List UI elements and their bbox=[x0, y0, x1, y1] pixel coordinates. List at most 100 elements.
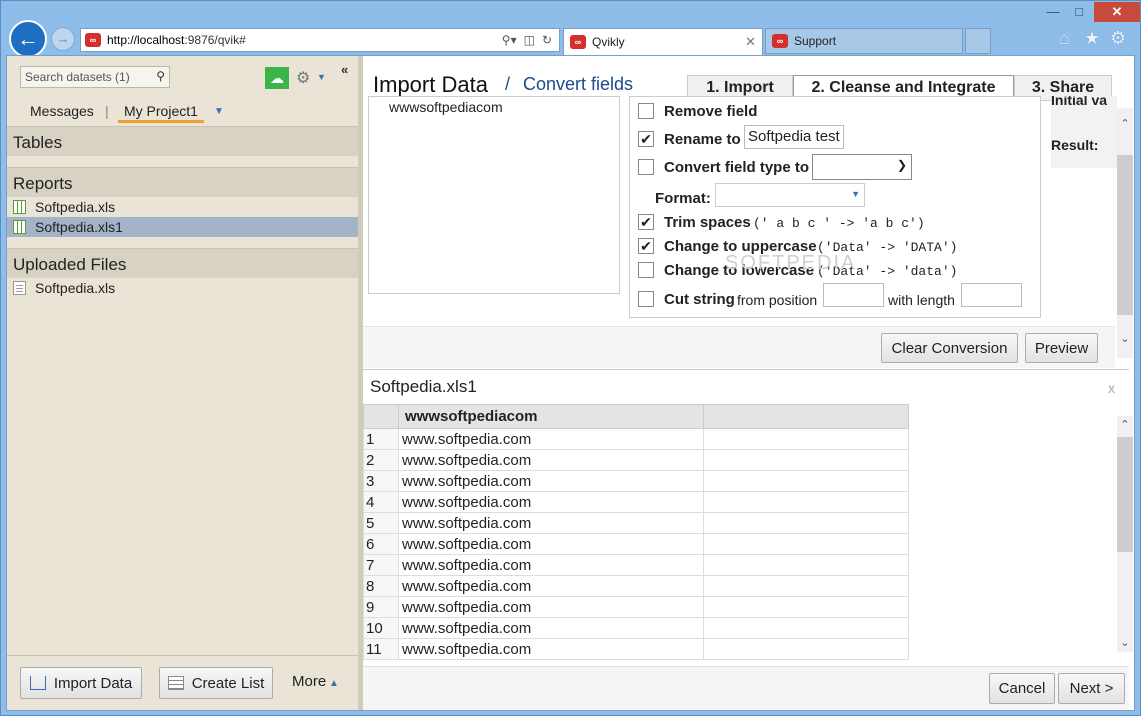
clear-conversion-button[interactable]: Clear Conversion bbox=[881, 333, 1018, 363]
window-close-icon[interactable]: ✕ bbox=[1094, 2, 1140, 22]
search-icon[interactable]: ⚲▾ bbox=[502, 33, 517, 47]
search-icon[interactable]: ⚲ bbox=[156, 69, 165, 83]
empty-cell bbox=[703, 596, 909, 618]
table-row[interactable]: 3 www.softpedia.com bbox=[363, 470, 909, 492]
table-row[interactable]: 9 www.softpedia.com bbox=[363, 596, 909, 618]
close-preview-icon[interactable]: x bbox=[1108, 380, 1115, 396]
uppercase-checkbox[interactable]: ✔ bbox=[638, 238, 654, 254]
rename-input[interactable]: Softpedia test bbox=[744, 125, 844, 149]
maximize-icon[interactable]: □ bbox=[1066, 2, 1092, 22]
trim-spaces-checkbox[interactable]: ✔ bbox=[638, 214, 654, 230]
tab-my-project[interactable]: My Project1 bbox=[118, 103, 204, 123]
table-row[interactable]: 4 www.softpedia.com bbox=[363, 491, 909, 513]
import-data-button[interactable]: Import Data bbox=[20, 667, 142, 699]
gear-icon[interactable]: ⚙ bbox=[1110, 28, 1126, 49]
preview-title: Softpedia.xls1 bbox=[370, 377, 477, 396]
arrow-left-icon: ← bbox=[17, 26, 39, 51]
section-reports[interactable]: Reports bbox=[7, 167, 358, 197]
preview-button[interactable]: Preview bbox=[1025, 333, 1098, 363]
browser-tab-support[interactable]: ∞ Support bbox=[765, 28, 963, 54]
field-type-select[interactable]: ❯ bbox=[812, 154, 912, 180]
scroll-down-icon[interactable]: ⌄ bbox=[1117, 636, 1133, 649]
table-row[interactable]: 7 www.softpedia.com bbox=[363, 554, 909, 576]
lowercase-checkbox[interactable] bbox=[638, 262, 654, 278]
cell-value[interactable]: www.softpedia.com bbox=[398, 512, 704, 534]
empty-cell bbox=[703, 449, 909, 471]
cell-value[interactable]: www.softpedia.com bbox=[398, 449, 704, 471]
table-row[interactable]: 1 www.softpedia.com bbox=[363, 428, 909, 450]
cut-string-checkbox[interactable] bbox=[638, 291, 654, 307]
report-name: Softpedia.xls bbox=[35, 199, 116, 215]
preview-scrollbar-thumb[interactable] bbox=[1117, 437, 1133, 552]
star-icon[interactable]: ★ bbox=[1084, 28, 1100, 49]
table-row[interactable]: 5 www.softpedia.com bbox=[363, 512, 909, 534]
document-icon bbox=[13, 281, 26, 295]
search-datasets-input[interactable]: Search datasets (1) ⚲ bbox=[20, 66, 170, 88]
section-uploaded-files[interactable]: Uploaded Files bbox=[7, 248, 358, 278]
cell-value[interactable]: www.softpedia.com bbox=[398, 491, 704, 513]
uploaded-file-item[interactable]: Softpedia.xls bbox=[7, 278, 358, 298]
next-button[interactable]: Next > bbox=[1058, 673, 1125, 704]
table-row[interactable]: 6 www.softpedia.com bbox=[363, 533, 909, 555]
cell-value[interactable]: www.softpedia.com bbox=[398, 617, 704, 639]
length-input[interactable] bbox=[961, 283, 1022, 307]
empty-cell bbox=[703, 617, 909, 639]
more-button[interactable]: More ▲ bbox=[292, 673, 339, 690]
convert-type-checkbox[interactable] bbox=[638, 159, 654, 175]
cell-value[interactable]: www.softpedia.com bbox=[398, 470, 704, 492]
format-label: Format: bbox=[655, 190, 711, 207]
table-row[interactable]: 10 www.softpedia.com bbox=[363, 617, 909, 639]
field-list[interactable]: wwwsoftpediacom bbox=[368, 96, 620, 294]
refresh-icon[interactable]: ↻ bbox=[542, 33, 552, 47]
tab-separator: | bbox=[105, 103, 109, 119]
report-item[interactable]: Softpedia.xls bbox=[7, 197, 358, 217]
remove-field-checkbox[interactable] bbox=[638, 103, 654, 119]
cell-value[interactable]: www.softpedia.com bbox=[398, 596, 704, 618]
chevron-down-icon[interactable]: ▼ bbox=[214, 106, 224, 117]
field-item[interactable]: wwwsoftpediacom bbox=[389, 99, 599, 115]
cell-value[interactable]: www.softpedia.com bbox=[398, 554, 704, 576]
cell-value[interactable]: www.softpedia.com bbox=[398, 428, 704, 450]
empty-cell bbox=[703, 512, 909, 534]
scroll-up-icon[interactable]: ⌃ bbox=[1117, 117, 1133, 130]
compat-view-icon[interactable]: ◫ bbox=[524, 33, 535, 47]
report-item[interactable]: Softpedia.xls1 bbox=[7, 217, 358, 237]
scroll-up-icon[interactable]: ⌃ bbox=[1117, 418, 1133, 431]
cell-value[interactable]: www.softpedia.com bbox=[398, 638, 704, 660]
home-icon[interactable]: ⌂ bbox=[1059, 28, 1070, 49]
format-select[interactable]: ▼ bbox=[715, 183, 865, 207]
create-list-button[interactable]: Create List bbox=[159, 667, 273, 699]
empty-cell bbox=[703, 575, 909, 597]
tab-messages[interactable]: Messages bbox=[30, 103, 94, 119]
options-scrollbar-thumb[interactable] bbox=[1117, 155, 1133, 315]
tab-close-icon[interactable]: ✕ bbox=[745, 34, 756, 50]
from-position-label: from position bbox=[737, 292, 818, 308]
minimize-icon[interactable]: — bbox=[1040, 2, 1066, 22]
new-tab-button[interactable] bbox=[965, 28, 991, 54]
site-favicon-icon: ∞ bbox=[85, 33, 101, 47]
cloud-button[interactable]: ☁ bbox=[265, 67, 289, 89]
address-bar[interactable]: ∞ http://localhost:9876/qvik# ⚲▾ ◫ ↻ bbox=[80, 28, 560, 52]
column-header[interactable]: wwwsoftpediacom bbox=[398, 404, 704, 429]
section-tables[interactable]: Tables bbox=[7, 126, 358, 156]
url-text[interactable]: http://localhost:9876/qvik# bbox=[107, 33, 502, 47]
row-number: 2 bbox=[363, 449, 399, 471]
table-row[interactable]: 2 www.softpedia.com bbox=[363, 449, 909, 471]
preview-table: wwwsoftpediacom 1 www.softpedia.com 2 www.… bbox=[363, 404, 909, 660]
back-button[interactable]: ← bbox=[9, 20, 47, 58]
collapse-panel-icon[interactable]: « bbox=[341, 62, 348, 77]
chevron-down-icon[interactable]: ▼ bbox=[317, 72, 326, 82]
cancel-button[interactable]: Cancel bbox=[989, 673, 1055, 704]
rename-checkbox[interactable]: ✔ bbox=[638, 131, 654, 147]
table-row[interactable]: 8 www.softpedia.com bbox=[363, 575, 909, 597]
convert-type-label: Convert field type to bbox=[664, 159, 810, 176]
settings-gear-icon[interactable]: ⚙ bbox=[296, 68, 310, 88]
from-position-input[interactable] bbox=[823, 283, 884, 307]
cell-value[interactable]: www.softpedia.com bbox=[398, 533, 704, 555]
forward-button[interactable]: → bbox=[51, 27, 75, 51]
scroll-down-icon[interactable]: ⌄ bbox=[1117, 332, 1133, 345]
cell-value[interactable]: www.softpedia.com bbox=[398, 575, 704, 597]
browser-tab-qvikly[interactable]: ∞ Qvikly ✕ bbox=[563, 28, 763, 55]
table-row[interactable]: 11 www.softpedia.com bbox=[363, 638, 909, 660]
row-number: 3 bbox=[363, 470, 399, 492]
